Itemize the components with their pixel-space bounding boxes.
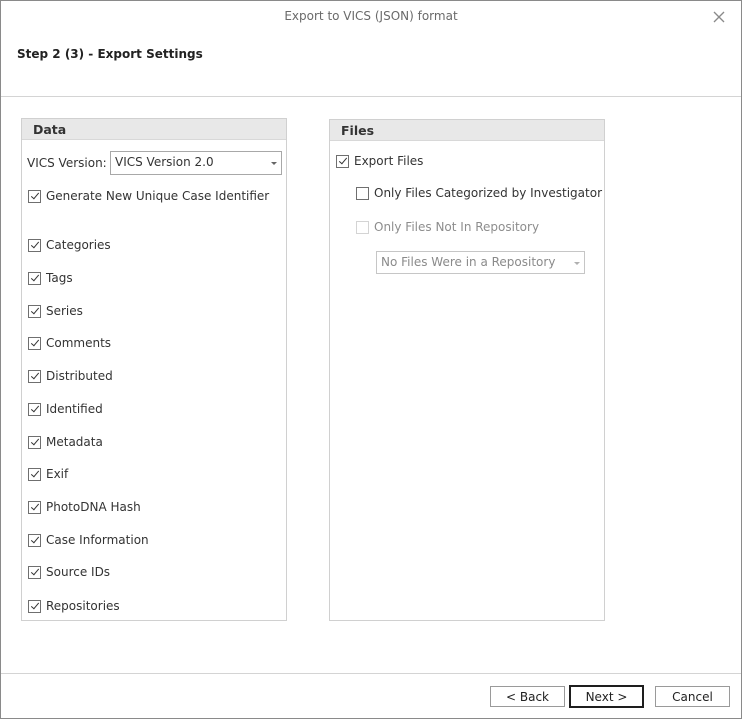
dropdown-arrow-icon: [271, 162, 277, 165]
repositories-checkbox[interactable]: Repositories: [28, 599, 120, 613]
checkbox-icon: [28, 435, 41, 449]
checkbox-icon: [28, 369, 41, 383]
checkbox-icon: [28, 304, 41, 318]
checkbox-icon: [356, 186, 369, 200]
identified-checkbox[interactable]: Identified: [28, 402, 103, 416]
series-checkbox[interactable]: Series: [28, 304, 83, 318]
checkbox-icon: [356, 220, 369, 234]
checkbox-label: Tags: [46, 271, 73, 285]
close-button[interactable]: [711, 9, 727, 25]
checkbox-label: Source IDs: [46, 565, 111, 579]
exif-checkbox[interactable]: Exif: [28, 467, 68, 481]
export-files-checkbox[interactable]: Export Files: [336, 154, 423, 168]
checkbox-label: Only Files Not In Repository: [374, 220, 540, 234]
checkbox-label: Export Files: [354, 154, 424, 168]
checkbox-label: Case Information: [46, 533, 149, 547]
checkbox-icon: [28, 500, 41, 514]
repository-select: No Files Were in a Repository: [376, 251, 585, 274]
header-divider: [1, 96, 741, 97]
only-not-in-repository-checkbox: Only Files Not In Repository: [356, 220, 539, 234]
only-categorized-checkbox[interactable]: Only Files Categorized by Investigator: [356, 186, 602, 200]
photodna-hash-checkbox[interactable]: PhotoDNA Hash: [28, 500, 141, 514]
vics-version-select[interactable]: VICS Version 2.0: [110, 151, 282, 175]
case-information-checkbox[interactable]: Case Information: [28, 533, 149, 547]
checkbox-icon: [28, 189, 41, 203]
checkbox-icon: [28, 467, 41, 481]
step-title: Step 2 (3) - Export Settings: [17, 47, 203, 61]
tags-checkbox[interactable]: Tags: [28, 271, 73, 285]
checkbox-label: Identified: [46, 402, 103, 416]
checkbox-icon: [28, 336, 41, 350]
checkbox-icon: [336, 154, 349, 168]
checkbox-icon: [28, 402, 41, 416]
checkbox-label: Metadata: [46, 435, 103, 449]
checkbox-label: Categories: [46, 238, 111, 252]
source-ids-checkbox[interactable]: Source IDs: [28, 565, 110, 579]
files-group-header: Files: [330, 120, 604, 141]
export-dialog: Export to VICS (JSON) format Step 2 (3) …: [0, 0, 742, 719]
checkbox-icon: [28, 271, 41, 285]
data-group: Data VICS Version: VICS Version 2.0 Gene…: [21, 118, 287, 621]
vics-version-value: VICS Version 2.0: [115, 155, 214, 169]
back-button[interactable]: < Back: [490, 686, 565, 707]
next-button[interactable]: Next >: [569, 685, 644, 708]
metadata-checkbox[interactable]: Metadata: [28, 435, 103, 449]
footer-divider: [1, 673, 741, 674]
dropdown-arrow-icon: [574, 262, 580, 265]
checkbox-label: Generate New Unique Case Identifier: [46, 189, 270, 203]
checkbox-icon: [28, 565, 41, 579]
comments-checkbox[interactable]: Comments: [28, 336, 111, 350]
checkbox-label: Repositories: [46, 599, 120, 613]
cancel-button[interactable]: Cancel: [655, 686, 730, 707]
checkbox-icon: [28, 238, 41, 252]
generate-unique-id-checkbox[interactable]: Generate New Unique Case Identifier: [28, 189, 269, 203]
window-title: Export to VICS (JSON) format: [284, 9, 458, 23]
files-group: Files Export Files Only Files Categorize…: [329, 119, 605, 621]
categories-checkbox[interactable]: Categories: [28, 238, 111, 252]
checkbox-icon: [28, 533, 41, 547]
checkbox-icon: [28, 599, 41, 613]
close-icon: [713, 11, 725, 23]
checkbox-label: PhotoDNA Hash: [46, 500, 141, 514]
title-bar: Export to VICS (JSON) format: [1, 1, 741, 33]
checkbox-label: Only Files Categorized by Investigator: [374, 186, 603, 200]
checkbox-label: Comments: [46, 336, 112, 350]
checkbox-label: Exif: [46, 467, 69, 481]
data-group-header: Data: [22, 119, 286, 140]
distributed-checkbox[interactable]: Distributed: [28, 369, 113, 383]
checkbox-label: Series: [46, 304, 83, 318]
repository-select-value: No Files Were in a Repository: [381, 255, 556, 269]
vics-version-label: VICS Version:: [27, 156, 107, 170]
checkbox-label: Distributed: [46, 369, 113, 383]
